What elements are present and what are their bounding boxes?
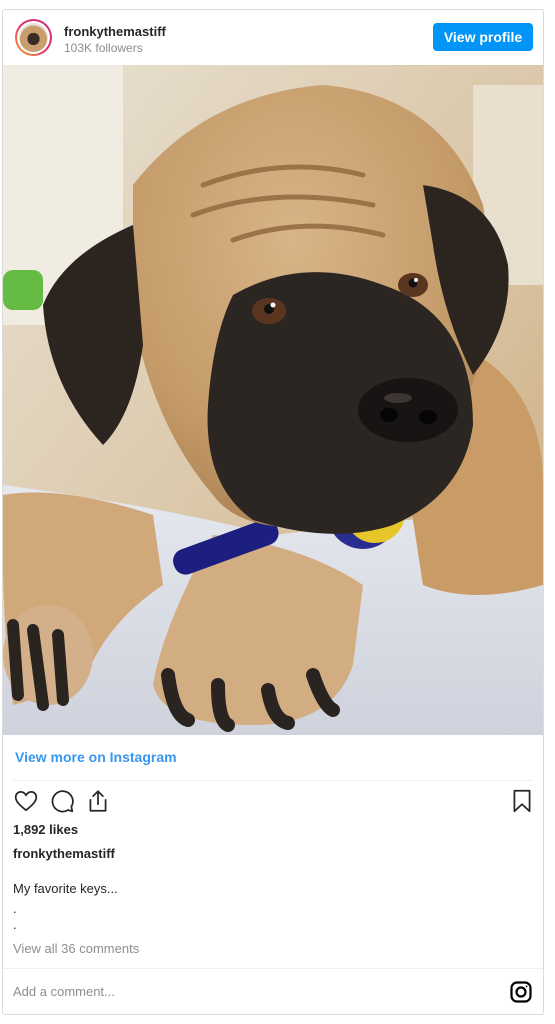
- comment-bar: Add a comment...: [3, 968, 543, 1014]
- view-profile-button[interactable]: View profile: [433, 23, 533, 51]
- view-all-comments-link[interactable]: View all 36 comments: [13, 941, 139, 956]
- instagram-icon[interactable]: [509, 980, 533, 1004]
- instagram-embed-card: fronkythemastiff 103K followers View pro…: [2, 9, 544, 1015]
- heart-icon[interactable]: [13, 788, 39, 814]
- caption-text: .: [13, 901, 17, 916]
- like-count[interactable]: 1,892 likes: [13, 822, 78, 837]
- view-more-on-instagram-link[interactable]: View more on Instagram: [15, 749, 177, 765]
- caption-text: My favorite keys...: [13, 881, 118, 896]
- caption-username[interactable]: fronkythemastiff: [13, 846, 115, 861]
- mastiff-photo-illustration: [3, 65, 543, 735]
- comment-icon[interactable]: [49, 788, 75, 814]
- avatar-image: [19, 23, 48, 52]
- post-header: fronkythemastiff 103K followers View pro…: [3, 10, 543, 65]
- caption-text: .: [13, 917, 17, 932]
- username[interactable]: fronkythemastiff: [64, 24, 166, 39]
- divider: [13, 780, 533, 781]
- avatar[interactable]: [15, 19, 52, 56]
- share-icon[interactable]: [85, 788, 111, 814]
- add-comment-input[interactable]: Add a comment...: [13, 984, 115, 999]
- action-bar: [3, 788, 543, 814]
- post-photo[interactable]: [3, 65, 543, 735]
- bookmark-icon[interactable]: [509, 788, 535, 814]
- follower-count: 103K followers: [64, 41, 143, 55]
